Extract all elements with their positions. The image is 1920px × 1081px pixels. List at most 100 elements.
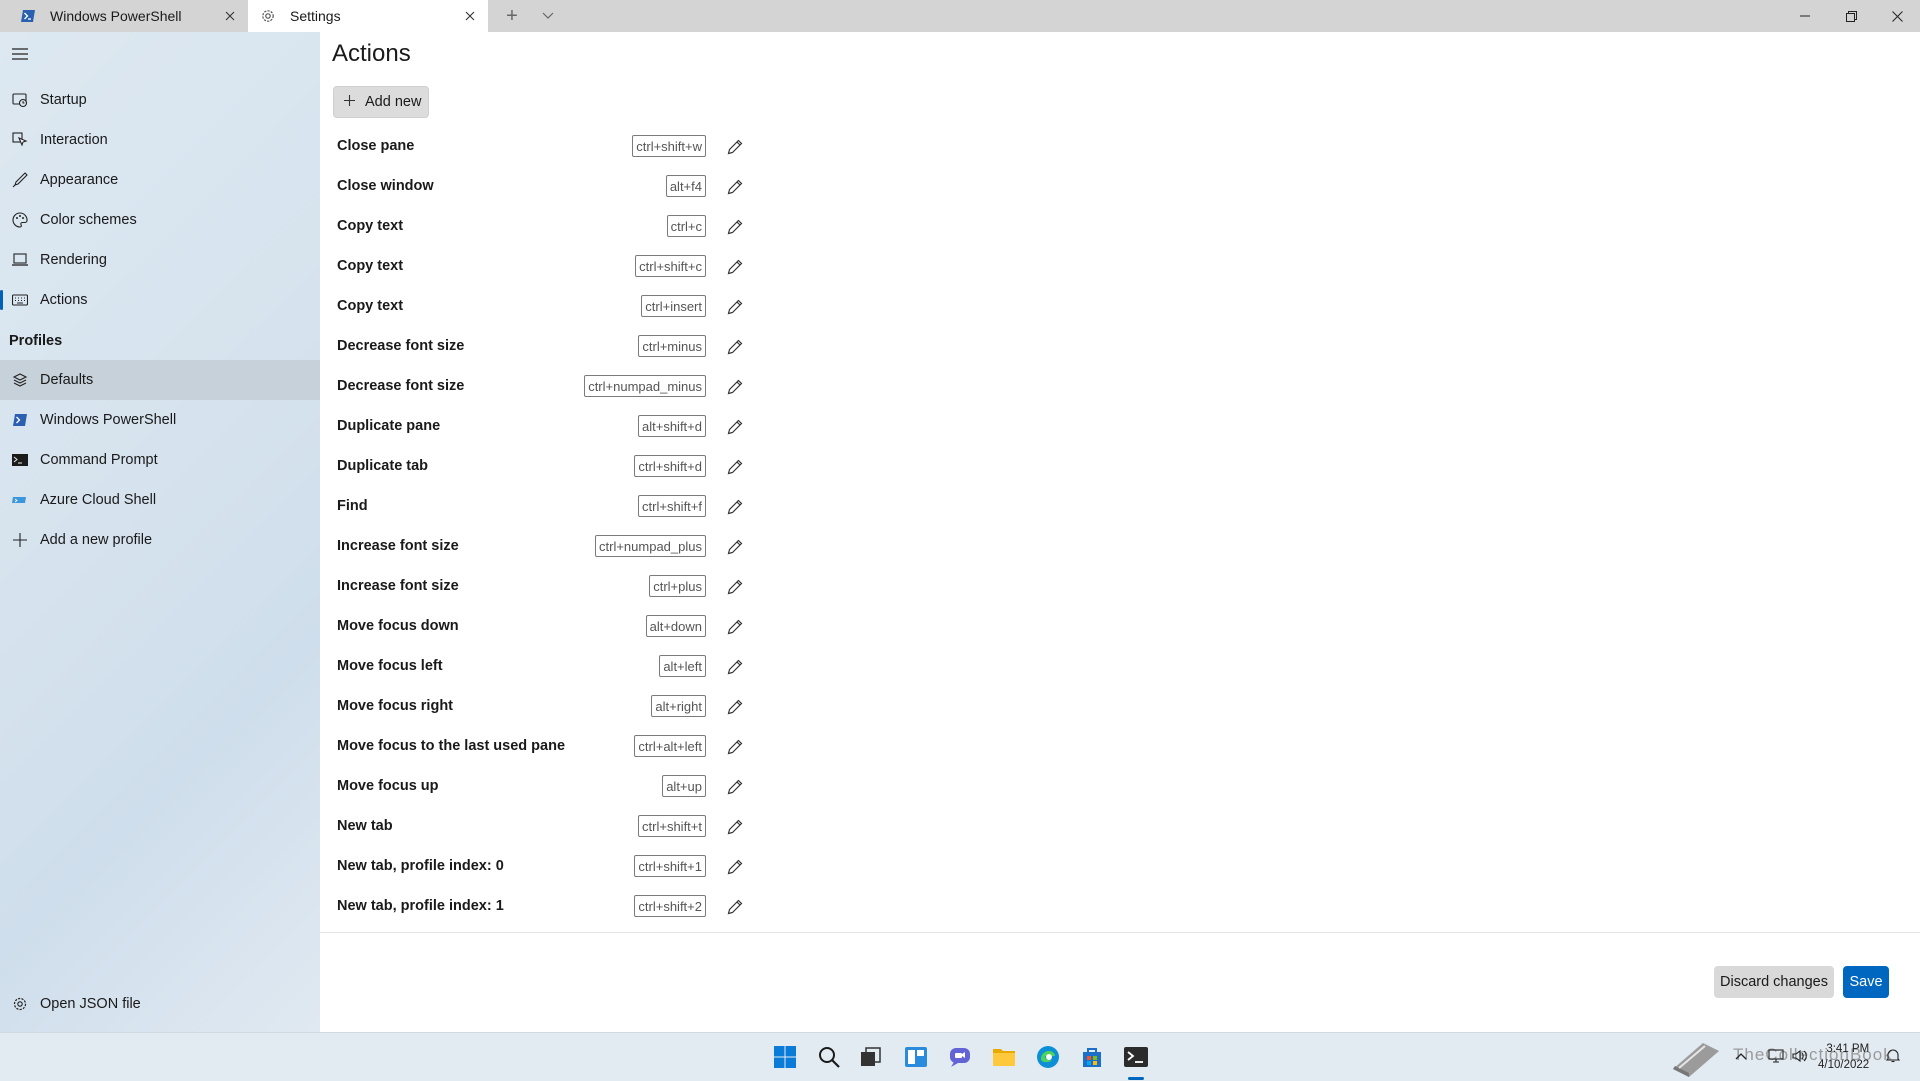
cmd-icon	[10, 450, 30, 470]
edit-pencil-icon[interactable]	[720, 212, 750, 242]
action-name: Increase font size	[337, 578, 459, 594]
hamburger-menu-icon[interactable]	[8, 42, 32, 66]
action-row[interactable]: Move focus right alt+right	[320, 687, 820, 727]
action-row[interactable]: Move focus left alt+left	[320, 647, 820, 687]
edit-pencil-icon[interactable]	[720, 692, 750, 722]
edit-pencil-icon[interactable]	[720, 132, 750, 162]
sidebar-item-windows-powershell[interactable]: Windows PowerShell	[0, 400, 320, 440]
minimize-button[interactable]	[1782, 0, 1828, 32]
sidebar-item-startup[interactable]: Startup	[0, 80, 320, 120]
close-window-button[interactable]	[1874, 0, 1920, 32]
sidebar-item-azure-cloud-shell[interactable]: Azure Cloud Shell	[0, 480, 320, 520]
file-explorer-icon[interactable]	[990, 1043, 1018, 1071]
action-row[interactable]: New tab, profile index: 0 ctrl+shift+1	[320, 847, 820, 887]
start-icon[interactable]	[771, 1043, 799, 1071]
keybinding-chip: ctrl+c	[666, 215, 706, 237]
edit-pencil-icon[interactable]	[720, 372, 750, 402]
network-icon[interactable]	[1768, 1049, 1784, 1066]
keybinding-chip: alt+f4	[665, 175, 706, 197]
action-row[interactable]: Find ctrl+shift+f	[320, 487, 820, 527]
edit-pencil-icon[interactable]	[720, 612, 750, 642]
edit-pencil-icon[interactable]	[720, 332, 750, 362]
sidebar-item-defaults[interactable]: Defaults	[0, 360, 320, 400]
action-row[interactable]: Copy text ctrl+c	[320, 207, 820, 247]
action-name: Copy text	[337, 218, 404, 234]
edge-icon[interactable]	[1034, 1043, 1062, 1071]
action-name: Move focus left	[337, 658, 443, 674]
sidebar-item-label: Color schemes	[40, 212, 137, 228]
sidebar: Startup Interaction Appearance Color sch…	[0, 32, 320, 1032]
action-row[interactable]: Decrease font size ctrl+minus	[320, 327, 820, 367]
sidebar-item-add-profile[interactable]: Add a new profile	[0, 520, 320, 560]
action-name: Move focus right	[337, 698, 454, 714]
search-icon[interactable]	[815, 1043, 843, 1071]
action-row[interactable]: Move focus down alt+down	[320, 607, 820, 647]
sidebar-item-color-schemes[interactable]: Color schemes	[0, 200, 320, 240]
edit-pencil-icon[interactable]	[720, 892, 750, 922]
sidebar-item-label: Defaults	[40, 372, 94, 388]
notification-icon[interactable]	[1885, 1049, 1901, 1066]
chat-icon[interactable]	[946, 1043, 974, 1071]
terminal-icon[interactable]	[1122, 1043, 1150, 1071]
edit-pencil-icon[interactable]	[720, 772, 750, 802]
tab-dropdown-icon[interactable]	[536, 4, 560, 28]
edit-pencil-icon[interactable]	[720, 532, 750, 562]
action-row[interactable]: Decrease font size ctrl+numpad_minus	[320, 367, 820, 407]
edit-pencil-icon[interactable]	[720, 732, 750, 762]
keybinding-chip: alt+shift+d	[638, 415, 706, 437]
restore-button[interactable]	[1828, 0, 1874, 32]
action-row[interactable]: New tab, profile index: 1 ctrl+shift+2	[320, 887, 820, 927]
new-tab-button[interactable]: +	[500, 4, 524, 28]
discard-changes-button[interactable]: Discard changes	[1714, 966, 1834, 998]
close-tab-icon[interactable]	[218, 4, 242, 28]
task-view-icon[interactable]	[857, 1043, 885, 1071]
edit-pencil-icon[interactable]	[720, 812, 750, 842]
edit-pencil-icon[interactable]	[720, 172, 750, 202]
action-row[interactable]: Move focus to the last used pane ctrl+alt…	[320, 727, 820, 767]
rendering-icon	[10, 250, 30, 270]
open-json-file-button[interactable]: Open JSON file	[0, 984, 320, 1024]
edit-pencil-icon[interactable]	[720, 412, 750, 442]
sidebar-item-actions[interactable]: Actions	[0, 280, 320, 320]
edit-pencil-icon[interactable]	[720, 292, 750, 322]
action-row[interactable]: Close window alt+f4	[320, 167, 820, 207]
widgets-icon[interactable]	[902, 1043, 930, 1071]
sidebar-item-label: Startup	[40, 92, 87, 108]
action-row[interactable]: Copy text ctrl+insert	[320, 287, 820, 327]
action-row[interactable]: Duplicate pane alt+shift+d	[320, 407, 820, 447]
appearance-icon	[10, 170, 30, 190]
action-row[interactable]: New tab ctrl+shift+t	[320, 807, 820, 847]
keybinding-chip: ctrl+numpad_minus	[584, 375, 706, 397]
action-name: Duplicate tab	[337, 458, 429, 474]
system-clock[interactable]: 3:41 PM 4/10/2022	[1818, 1041, 1869, 1073]
action-row[interactable]: Duplicate tab ctrl+shift+d	[320, 447, 820, 487]
action-row[interactable]: Increase font size ctrl+numpad_plus	[320, 527, 820, 567]
taskbar: TheCollectionBook 3:41 PM 4/10/2022	[0, 1032, 1920, 1081]
footer-bar	[320, 932, 1920, 1033]
edit-pencil-icon[interactable]	[720, 492, 750, 522]
action-row[interactable]: Copy text ctrl+shift+c	[320, 247, 820, 287]
store-icon[interactable]	[1078, 1043, 1106, 1071]
edit-pencil-icon[interactable]	[720, 452, 750, 482]
edit-pencil-icon[interactable]	[720, 652, 750, 682]
tab-windows-powershell[interactable]: Windows PowerShell	[8, 0, 248, 32]
edit-pencil-icon[interactable]	[720, 252, 750, 282]
sidebar-item-rendering[interactable]: Rendering	[0, 240, 320, 280]
edit-pencil-icon[interactable]	[720, 852, 750, 882]
tab-settings[interactable]: Settings	[248, 0, 488, 32]
chevron-up-icon[interactable]	[1735, 1049, 1747, 1063]
action-row[interactable]: Increase font size ctrl+plus	[320, 567, 820, 607]
sidebar-item-appearance[interactable]: Appearance	[0, 160, 320, 200]
edit-pencil-icon[interactable]	[720, 572, 750, 602]
close-tab-icon[interactable]	[458, 4, 482, 28]
action-name: Move focus down	[337, 618, 459, 634]
keybinding-chip: ctrl+shift+1	[634, 855, 706, 877]
add-new-button[interactable]: Add new	[333, 86, 429, 118]
action-row[interactable]: Close pane ctrl+shift+w	[320, 127, 820, 167]
volume-icon[interactable]	[1792, 1049, 1808, 1066]
save-button[interactable]: Save	[1843, 966, 1889, 998]
sidebar-item-interaction[interactable]: Interaction	[0, 120, 320, 160]
plus-icon	[10, 530, 30, 550]
action-row[interactable]: Move focus up alt+up	[320, 767, 820, 807]
sidebar-item-command-prompt[interactable]: Command Prompt	[0, 440, 320, 480]
